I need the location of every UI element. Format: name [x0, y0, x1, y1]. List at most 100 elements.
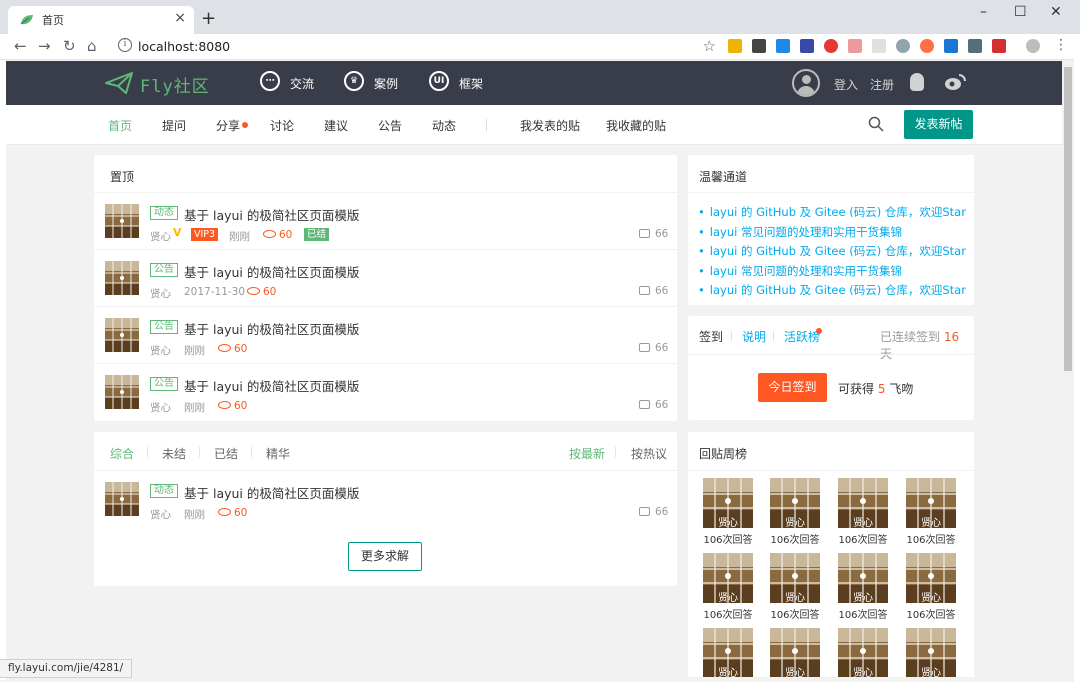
filter-solved[interactable]: 已结	[214, 445, 238, 462]
post-row[interactable]: 公告 基于 layui 的极简社区页面模版 贤心 刚刚 60 66	[94, 307, 677, 364]
maximize-button[interactable]: ☐	[1014, 4, 1027, 20]
sort-latest[interactable]: 按最新	[569, 445, 605, 462]
extension-icon[interactable]	[824, 39, 838, 53]
channel-link[interactable]: layui 的 GitHub 及 Gitee (码云) 仓库，欢迎Star	[698, 282, 966, 298]
channel-link[interactable]: layui 的 GitHub 及 Gitee (码云) 仓库，欢迎Star	[698, 204, 966, 220]
ranking-item[interactable]: 贤心 106次回答	[906, 553, 956, 621]
channel-link[interactable]: layui 的 GitHub 及 Gitee (码云) 仓库，欢迎Star	[698, 243, 966, 259]
ranking-item[interactable]: 贤心 106次回答	[906, 478, 956, 546]
ranking-item[interactable]: 贤心	[838, 628, 888, 677]
ranking-user-name[interactable]: 贤心	[906, 589, 956, 604]
post-tag[interactable]: 动态	[150, 206, 178, 220]
post-tag[interactable]: 公告	[150, 263, 178, 277]
extension-icon[interactable]	[872, 39, 886, 53]
address-bar[interactable]: i localhost:8080 ☆	[110, 36, 722, 58]
my-posts-link[interactable]: 我发表的贴	[520, 117, 580, 134]
page-scrollbar[interactable]	[1062, 61, 1074, 677]
post-author[interactable]: 贤心	[150, 286, 171, 301]
filter-featured[interactable]: 精华	[266, 445, 290, 462]
subnav-item-home[interactable]: 首页	[108, 117, 132, 134]
ranking-user-name[interactable]: 贤心	[770, 589, 820, 604]
login-link[interactable]: 登入	[834, 76, 858, 93]
header-nav-chat[interactable]: ⋯ 交流	[260, 71, 314, 92]
author-avatar[interactable]	[105, 375, 139, 409]
post-author[interactable]: 贤心	[150, 229, 171, 244]
browser-tab[interactable]: 首页 ×	[8, 6, 194, 34]
forward-icon[interactable]: →	[38, 37, 51, 55]
weibo-login-icon[interactable]	[944, 73, 966, 91]
extension-icon[interactable]	[800, 39, 814, 53]
post-row[interactable]: 动态 基于 layui 的极简社区页面模版 贤心 V VIP3 刚刚 60 已结…	[94, 193, 677, 250]
close-window-button[interactable]: ✕	[1050, 4, 1062, 20]
post-title[interactable]: 基于 layui 的极简社区页面模版	[184, 262, 359, 281]
signin-tab[interactable]: 签到	[699, 328, 723, 345]
post-tag[interactable]: 公告	[150, 377, 178, 391]
channel-link[interactable]: layui 常见问题的处理和实用干货集锦	[698, 224, 902, 240]
post-title[interactable]: 基于 layui 的极简社区页面模版	[184, 319, 359, 338]
register-link[interactable]: 注册	[870, 76, 894, 93]
ranking-item[interactable]: 贤心	[906, 628, 956, 677]
my-favorites-link[interactable]: 我收藏的贴	[606, 117, 666, 134]
minimize-button[interactable]: –	[980, 4, 987, 20]
extension-icon[interactable]	[968, 39, 982, 53]
post-row[interactable]: 公告 基于 layui 的极简社区页面模版 贤心 刚刚 60 66	[94, 364, 677, 421]
browser-menu-icon[interactable]: ⋮	[1054, 37, 1068, 53]
ranking-user-name[interactable]: 贤心	[703, 664, 753, 677]
post-title[interactable]: 基于 layui 的极简社区页面模版	[184, 205, 359, 224]
scrollbar-thumb[interactable]	[1064, 67, 1072, 371]
ranking-user-name[interactable]: 贤心	[906, 514, 956, 529]
ranking-item[interactable]: 贤心	[770, 628, 820, 677]
header-nav-case[interactable]: ♛ 案例	[344, 71, 398, 92]
extension-icon[interactable]	[896, 39, 910, 53]
signin-help-tab[interactable]: 说明	[742, 328, 766, 345]
search-icon[interactable]	[868, 116, 884, 132]
subnav-item-question[interactable]: 提问	[162, 117, 186, 134]
tab-close-icon[interactable]: ×	[174, 10, 186, 26]
signin-button[interactable]: 今日签到	[758, 373, 827, 402]
ranking-user-name[interactable]: 贤心	[770, 514, 820, 529]
ranking-user-name[interactable]: 贤心	[838, 589, 888, 604]
post-author[interactable]: 贤心	[150, 507, 171, 522]
filter-unsolved[interactable]: 未结	[162, 445, 186, 462]
new-tab-button[interactable]: +	[201, 8, 216, 29]
ranking-user-name[interactable]: 贤心	[906, 664, 956, 677]
subnav-item-notice[interactable]: 公告	[378, 117, 402, 134]
post-author[interactable]: 贤心	[150, 400, 171, 415]
reload-icon[interactable]: ↻	[63, 37, 76, 55]
post-row[interactable]: 公告 基于 layui 的极简社区页面模版 贤心 2017-11-30 60 6…	[94, 250, 677, 307]
header-nav-framework[interactable]: UI 框架	[429, 71, 483, 92]
extension-icon[interactable]	[752, 39, 766, 53]
ranking-item[interactable]: 贤心	[703, 628, 753, 677]
author-avatar[interactable]	[105, 482, 139, 516]
ranking-item[interactable]: 贤心 106次回答	[703, 553, 753, 621]
ranking-item[interactable]: 贤心 106次回答	[770, 478, 820, 546]
channel-link[interactable]: layui 常见问题的处理和实用干货集锦	[698, 263, 902, 279]
extension-icon[interactable]	[944, 39, 958, 53]
extension-icon[interactable]	[776, 39, 790, 53]
post-author[interactable]: 贤心	[150, 343, 171, 358]
subnav-item-discuss[interactable]: 讨论	[270, 117, 294, 134]
extension-icon[interactable]	[992, 39, 1006, 53]
profile-icon[interactable]	[1026, 39, 1040, 53]
post-row[interactable]: 动态 基于 layui 的极简社区页面模版 贤心 刚刚 60 66	[94, 471, 677, 528]
sort-hot[interactable]: 按热议	[631, 445, 667, 462]
site-info-icon[interactable]: i	[118, 38, 132, 52]
extension-icon[interactable]	[728, 39, 742, 53]
post-title[interactable]: 基于 layui 的极简社区页面模版	[184, 483, 359, 502]
author-avatar[interactable]	[105, 261, 139, 295]
active-rank-tab[interactable]: 活跃榜	[784, 328, 820, 345]
home-icon[interactable]: ⌂	[87, 37, 97, 55]
ranking-item[interactable]: 贤心 106次回答	[770, 553, 820, 621]
ranking-user-name[interactable]: 贤心	[770, 664, 820, 677]
post-title[interactable]: 基于 layui 的极简社区页面模版	[184, 376, 359, 395]
load-more-button[interactable]: 更多求解	[348, 542, 422, 571]
post-tag[interactable]: 公告	[150, 320, 178, 334]
ranking-item[interactable]: 贤心 106次回答	[838, 478, 888, 546]
new-post-button[interactable]: 发表新帖	[904, 110, 973, 139]
subnav-item-share[interactable]: 分享	[216, 117, 240, 134]
subnav-item-suggest[interactable]: 建议	[324, 117, 348, 134]
filter-all[interactable]: 综合	[110, 445, 134, 462]
bookmark-star-icon[interactable]: ☆	[703, 37, 716, 55]
ranking-item[interactable]: 贤心 106次回答	[838, 553, 888, 621]
qq-login-icon[interactable]	[910, 73, 924, 91]
